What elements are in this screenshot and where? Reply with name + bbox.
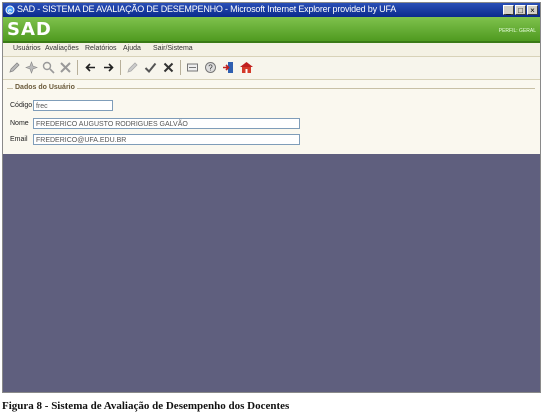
help-icon[interactable]: ?: [203, 60, 218, 75]
confirm-icon[interactable]: [143, 60, 158, 75]
menu-item-ajuda[interactable]: Ajuda: [123, 45, 141, 52]
print-icon[interactable]: [185, 60, 200, 75]
menu-item-avaliacoes[interactable]: Avaliações: [45, 45, 79, 52]
close-button[interactable]: ×: [527, 5, 538, 15]
codigo-label: Código: [10, 102, 33, 109]
app-header: SAD PERFIL: GERAL: [3, 17, 540, 43]
form-fieldset-line: [7, 88, 535, 90]
cancel-icon[interactable]: [161, 60, 176, 75]
delete-icon[interactable]: [58, 60, 73, 75]
back-icon[interactable]: [83, 60, 98, 75]
app-logo: SAD: [7, 19, 52, 40]
menu-item-usuarios[interactable]: Usuários: [13, 45, 41, 52]
new-icon[interactable]: [24, 60, 39, 75]
header-right-text: PERFIL: GERAL: [498, 28, 536, 34]
form-legend: Dados do Usuário: [13, 84, 77, 91]
user-data-form: Dados do Usuário Código frec Nome FREDER…: [3, 80, 540, 154]
window-title: SAD - SISTEMA DE AVALIAÇÃO DE DESEMPENHO…: [17, 4, 397, 14]
title-bar: e SAD - SISTEMA DE AVALIAÇÃO DE DESEMPEN…: [3, 3, 540, 17]
menu-bar: Usuários Avaliações Relatórios Ajuda Sai…: [3, 43, 540, 57]
nome-input[interactable]: FREDERICO AUGUSTO RODRIGUES GALVÃO: [33, 118, 300, 129]
codigo-input[interactable]: frec: [33, 100, 113, 111]
edit-icon[interactable]: [7, 60, 22, 75]
forward-icon[interactable]: [101, 60, 116, 75]
svg-text:e: e: [8, 8, 12, 15]
maximize-button[interactable]: □: [515, 5, 526, 15]
ie-icon: e: [5, 5, 15, 15]
toolbar: ?: [3, 57, 540, 80]
home-icon[interactable]: [239, 60, 254, 75]
logout-icon[interactable]: [221, 60, 236, 75]
search-icon[interactable]: [41, 60, 56, 75]
edit-disabled-icon[interactable]: [125, 60, 140, 75]
browser-window: e SAD - SISTEMA DE AVALIAÇÃO DE DESEMPEN…: [2, 2, 541, 393]
svg-text:?: ?: [208, 64, 213, 73]
figure-caption: Figura 8 - Sistema de Avaliação de Desem…: [2, 400, 290, 412]
email-label: Email: [10, 136, 28, 143]
nome-label: Nome: [10, 120, 29, 127]
menu-item-relatorios[interactable]: Relatórios: [85, 45, 117, 52]
email-input[interactable]: FREDERICO@UFA.EDU.BR: [33, 134, 300, 145]
content-area: [3, 154, 540, 392]
minimize-button[interactable]: _: [503, 5, 514, 15]
menu-item-sair-sistema[interactable]: Sair/Sistema: [153, 45, 193, 52]
